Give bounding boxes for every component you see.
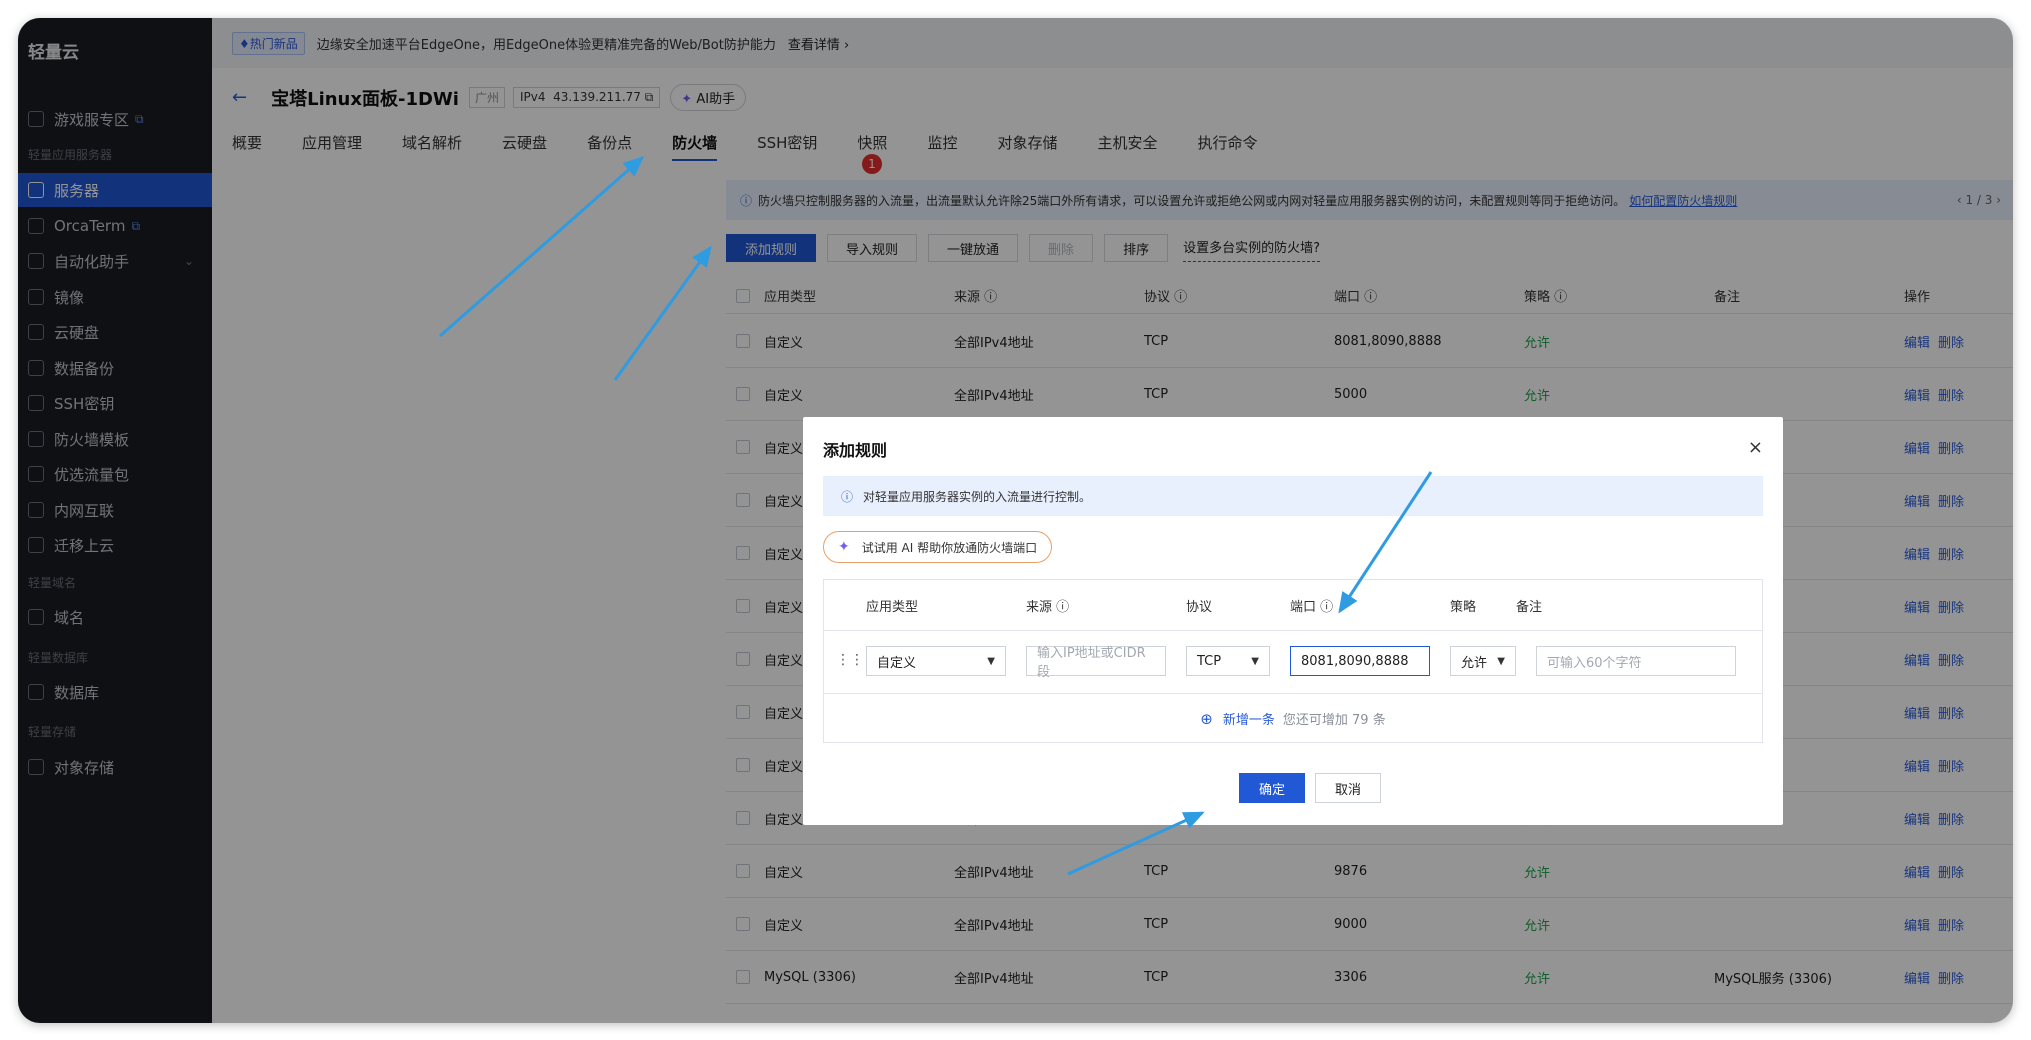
sparkle-icon: ✦ [838, 539, 850, 555]
ai-help-text: 试试用 AI 帮助你放通防火墙端口 [861, 540, 1038, 555]
protocol-select[interactable]: TCP ▼ [1186, 646, 1270, 676]
close-icon[interactable]: × [1748, 437, 1763, 458]
policy-select[interactable]: 允许 ▼ [1450, 646, 1516, 676]
add-row-link[interactable]: 新增一条 [1223, 709, 1275, 728]
policy-value: 允许 [1461, 655, 1488, 671]
chevron-down-icon: ▼ [1251, 655, 1259, 667]
form-col-policy: 策略 [1450, 599, 1477, 615]
form-col-source: 来源 ⓘ [1026, 599, 1070, 615]
form-col-protocol: 协议 [1186, 599, 1213, 615]
divider [824, 630, 1762, 631]
add-row-area: ⊕ 新增一条 您还可增加 79 条 [824, 694, 1762, 743]
port-input[interactable]: 8081,8090,8888 [1290, 646, 1430, 676]
form-col-note: 备注 [1516, 599, 1543, 615]
info-icon: ⓘ [841, 489, 854, 504]
dialog-title: 添加规则 [823, 441, 888, 460]
app-window: 轻量云 游戏服专区 ⧉ 轻量应用服务器 服务器 OrcaTerm ⧉ 自动化助手 ⌄ 镜像 云硬盘… [18, 18, 2013, 1023]
chevron-down-icon: ▼ [987, 655, 995, 667]
note-input[interactable]: 可输入60个字符 [1536, 646, 1736, 676]
protocol-value: TCP [1197, 653, 1222, 669]
source-input[interactable]: 输入IP地址或CIDR段 [1026, 646, 1166, 680]
form-col-type: 应用类型 [866, 599, 919, 615]
dialog-info-bar: ⓘ 对轻量应用服务器实例的入流量进行控制。 [823, 476, 1763, 516]
chevron-down-icon: ▼ [1497, 655, 1505, 667]
form-col-port: 端口 ⓘ [1290, 599, 1334, 615]
app-type-value: 自定义 [877, 655, 917, 671]
drag-handle-icon[interactable]: ⋮⋮ [836, 652, 864, 668]
add-rule-dialog: 添加规则 × ⓘ 对轻量应用服务器实例的入流量进行控制。 ✦ 试试用 AI 帮助… [803, 417, 1783, 825]
cancel-button[interactable]: 取消 [1315, 773, 1381, 803]
confirm-button[interactable]: 确定 [1239, 773, 1305, 803]
app-type-select[interactable]: 自定义 ▼ [866, 646, 1006, 676]
dialog-info-text: 对轻量应用服务器实例的入流量进行控制。 [863, 489, 1092, 504]
ai-help-pill[interactable]: ✦ 试试用 AI 帮助你放通防火墙端口 [823, 531, 1053, 563]
add-row-hint: 您还可增加 79 条 [1282, 713, 1386, 728]
rule-form-table: 应用类型 来源 ⓘ 协议 端口 ⓘ 策略 备注 ⋮⋮ 自定义 ▼ 输入IP地址或C… [823, 579, 1763, 743]
add-circle-icon[interactable]: ⊕ [1200, 710, 1213, 728]
